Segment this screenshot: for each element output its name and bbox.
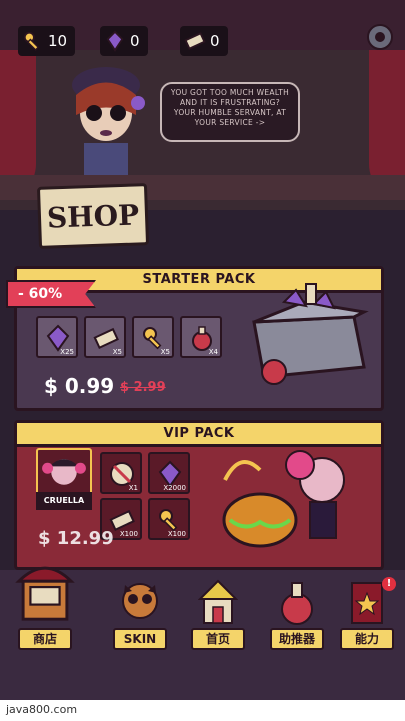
tickets-counter: 0 [180,26,228,56]
vip-item-keys: X100 [148,498,190,540]
starter-pack-price[interactable]: $ 0.99 [44,374,114,398]
gem-icon [106,30,124,52]
key-icon [23,31,40,51]
item-quantity: X100 [167,530,186,538]
npc-speech-bubble: YOU GOT TOO MUCH WEALTH AND IT IS FRUSTR… [160,82,300,142]
nav-label-booster: 助推器 [270,628,324,650]
cauldron-and-doll-icon [222,450,345,548]
shop-sign: SHOP [36,183,150,249]
gems-count: 0 [130,32,140,50]
cruella-portrait-icon [42,459,86,485]
starter-item-potions: X4 [180,316,222,358]
nav-label-skin: SKIN [113,628,167,650]
treasure-chest-icon [252,283,369,385]
starter-pack-old-price: $ 2.99 [120,380,166,395]
item-quantity: X1 [128,484,138,492]
vip-pack-price[interactable]: $ 12.99 [38,528,114,549]
nav-tab-booster[interactable]: 助推器 [262,575,332,650]
settings-gear-icon[interactable] [363,20,397,54]
character-name: CRUELLA [36,492,92,510]
starter-item-keys: X5 [132,316,174,358]
gems-counter: 0 [100,26,148,56]
starter-item-tickets: X5 [84,316,126,358]
watermark-text: java800.com [6,703,78,716]
nav-tab-home[interactable]: 首页 [183,575,253,650]
ticket-icon [184,32,206,50]
keys-count: 10 [48,32,68,50]
house-icon [198,579,238,624]
nav-label-shop: 商店 [18,628,72,650]
keys-counter: 10 [18,26,76,56]
nav-tab-shop[interactable]: 商店 [10,566,80,650]
starter-item-gems: X25 [36,316,78,358]
notification-badge: ! [382,577,396,591]
potion-icon [281,582,313,625]
item-quantity: X100 [119,530,138,538]
item-quantity: X5 [160,348,170,356]
watermark-bar: java800.com [0,700,405,721]
shopkeeper-character [72,67,145,180]
item-quantity: X4 [208,348,218,356]
nav-tab-abilities[interactable]: ! 能力 [332,575,402,650]
vip-item-no-ads: X1 [100,452,142,494]
vip-item-gems: X2000 [148,452,190,494]
book-icon [351,582,383,624]
tickets-count: 0 [210,32,220,50]
nav-label-abilities: 能力 [340,628,394,650]
item-quantity: X5 [112,348,122,356]
discount-badge: - 60% [6,280,96,308]
item-quantity: X25 [60,348,74,356]
owl-icon [122,583,158,619]
nav-label-home: 首页 [191,628,245,650]
shop-stall-icon [15,566,75,621]
nav-tab-skin[interactable]: SKIN [105,575,175,650]
item-quantity: X2000 [163,484,186,492]
